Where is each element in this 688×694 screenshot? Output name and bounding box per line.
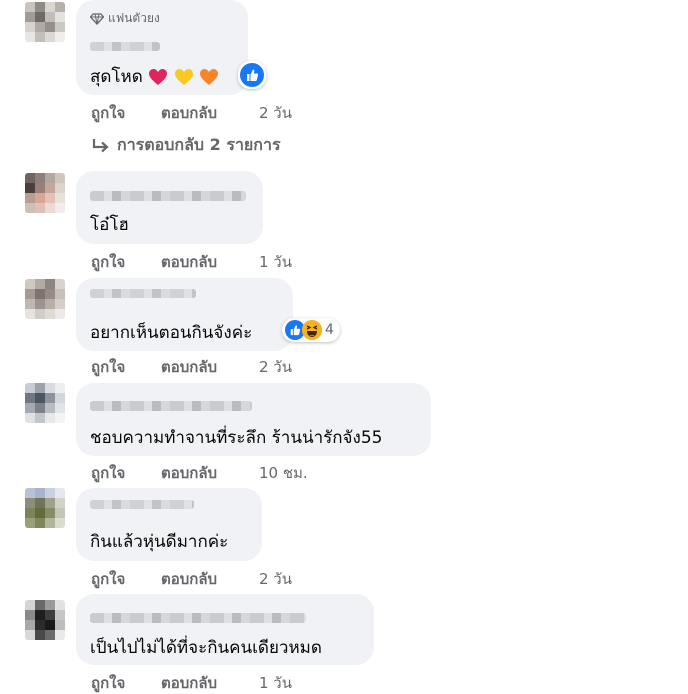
reply-button[interactable]: ตอบกลับ bbox=[161, 567, 259, 591]
badge-label: แฟนตัวยง bbox=[108, 11, 160, 25]
reply-button[interactable]: ตอบกลับ bbox=[161, 250, 259, 274]
comment-actions: ถูกใจ ตอบกลับ 2 วัน bbox=[91, 355, 292, 379]
comment-bubble: เป็นไปไม่ได้ที่จะกินคนเดียวหมด bbox=[76, 594, 374, 665]
avatar[interactable] bbox=[25, 383, 65, 423]
avatar[interactable] bbox=[25, 488, 65, 528]
haha-reaction-icon bbox=[302, 320, 322, 340]
reply-button[interactable]: ตอบกลับ bbox=[161, 461, 259, 485]
timestamp[interactable]: 1 วัน bbox=[259, 671, 292, 694]
like-button[interactable]: ถูกใจ bbox=[91, 567, 161, 591]
timestamp[interactable]: 1 วัน bbox=[259, 250, 292, 274]
avatar[interactable] bbox=[25, 2, 65, 42]
like-button[interactable]: ถูกใจ bbox=[91, 355, 161, 379]
comment-bubble: กินแล้วหุ่นดีมากค่ะ bbox=[76, 488, 262, 561]
author-name[interactable] bbox=[90, 500, 194, 509]
avatar[interactable] bbox=[25, 173, 65, 213]
like-button[interactable]: ถูกใจ bbox=[91, 101, 161, 125]
view-replies-link[interactable]: การตอบกลับ 2 รายการ bbox=[91, 133, 281, 158]
comment-text: สุดโหด bbox=[90, 63, 219, 90]
reply-button[interactable]: ตอบกลับ bbox=[161, 355, 259, 379]
comment-actions: ถูกใจ ตอบกลับ 10 ชม. bbox=[91, 461, 308, 485]
like-button[interactable]: ถูกใจ bbox=[91, 671, 161, 694]
top-fan-badge: แฟนตัวยง bbox=[90, 9, 160, 28]
red-heart-icon bbox=[149, 69, 168, 85]
diamond-icon bbox=[90, 12, 104, 25]
comment-bubble: แฟนตัวยง สุดโหด bbox=[76, 0, 248, 95]
author-name[interactable] bbox=[90, 191, 246, 201]
yellow-heart-icon bbox=[174, 69, 193, 85]
timestamp[interactable]: 2 วัน bbox=[259, 567, 292, 591]
author-name[interactable] bbox=[90, 289, 196, 298]
comment-text: เป็นไปไม่ได้ที่จะกินคนเดียวหมด bbox=[90, 638, 322, 658]
comment-text: อยากเห็นตอนกินจังค่ะ bbox=[90, 323, 253, 343]
author-name[interactable] bbox=[90, 613, 306, 623]
comment-text: กินแล้วหุ่นดีมากค่ะ bbox=[90, 532, 229, 552]
comment-bubble: ชอบความทำจานที่ระลึก ร้านน่ารักจัง55 bbox=[76, 383, 431, 456]
reply-button[interactable]: ตอบกลับ bbox=[161, 101, 259, 125]
comment-actions: ถูกใจ ตอบกลับ 1 วัน bbox=[91, 250, 292, 274]
reaction-badge[interactable] bbox=[238, 61, 266, 89]
timestamp[interactable]: 2 วัน bbox=[259, 101, 292, 125]
comment-actions: ถูกใจ ตอบกลับ 2 วัน bbox=[91, 567, 292, 591]
avatar[interactable] bbox=[25, 600, 65, 640]
comment-bubble: โอ๋โฮ bbox=[76, 171, 263, 244]
like-button[interactable]: ถูกใจ bbox=[91, 461, 161, 485]
reaction-count: 4 bbox=[325, 322, 334, 338]
reply-button[interactable]: ตอบกลับ bbox=[161, 671, 259, 694]
reply-arrow-icon bbox=[92, 138, 109, 152]
comment-text: ชอบความทำจานที่ระลึก ร้านน่ารักจัง55 bbox=[90, 428, 383, 448]
author-name[interactable] bbox=[90, 42, 160, 51]
avatar[interactable] bbox=[25, 279, 65, 319]
comment-text: โอ๋โฮ bbox=[90, 215, 129, 235]
orange-heart-icon bbox=[200, 69, 219, 85]
author-name[interactable] bbox=[90, 401, 252, 411]
view-replies-label: การตอบกลับ 2 รายการ bbox=[117, 135, 281, 154]
like-button[interactable]: ถูกใจ bbox=[91, 250, 161, 274]
timestamp[interactable]: 2 วัน bbox=[259, 355, 292, 379]
comment-actions: ถูกใจ ตอบกลับ 2 วัน bbox=[91, 101, 292, 125]
comment-actions: ถูกใจ ตอบกลับ 1 วัน bbox=[91, 671, 292, 694]
like-reaction-icon bbox=[240, 63, 264, 87]
timestamp[interactable]: 10 ชม. bbox=[259, 461, 308, 485]
comment-bubble: อยากเห็นตอนกินจังค่ะ bbox=[76, 278, 293, 351]
reaction-badge[interactable]: 4 bbox=[282, 318, 340, 342]
